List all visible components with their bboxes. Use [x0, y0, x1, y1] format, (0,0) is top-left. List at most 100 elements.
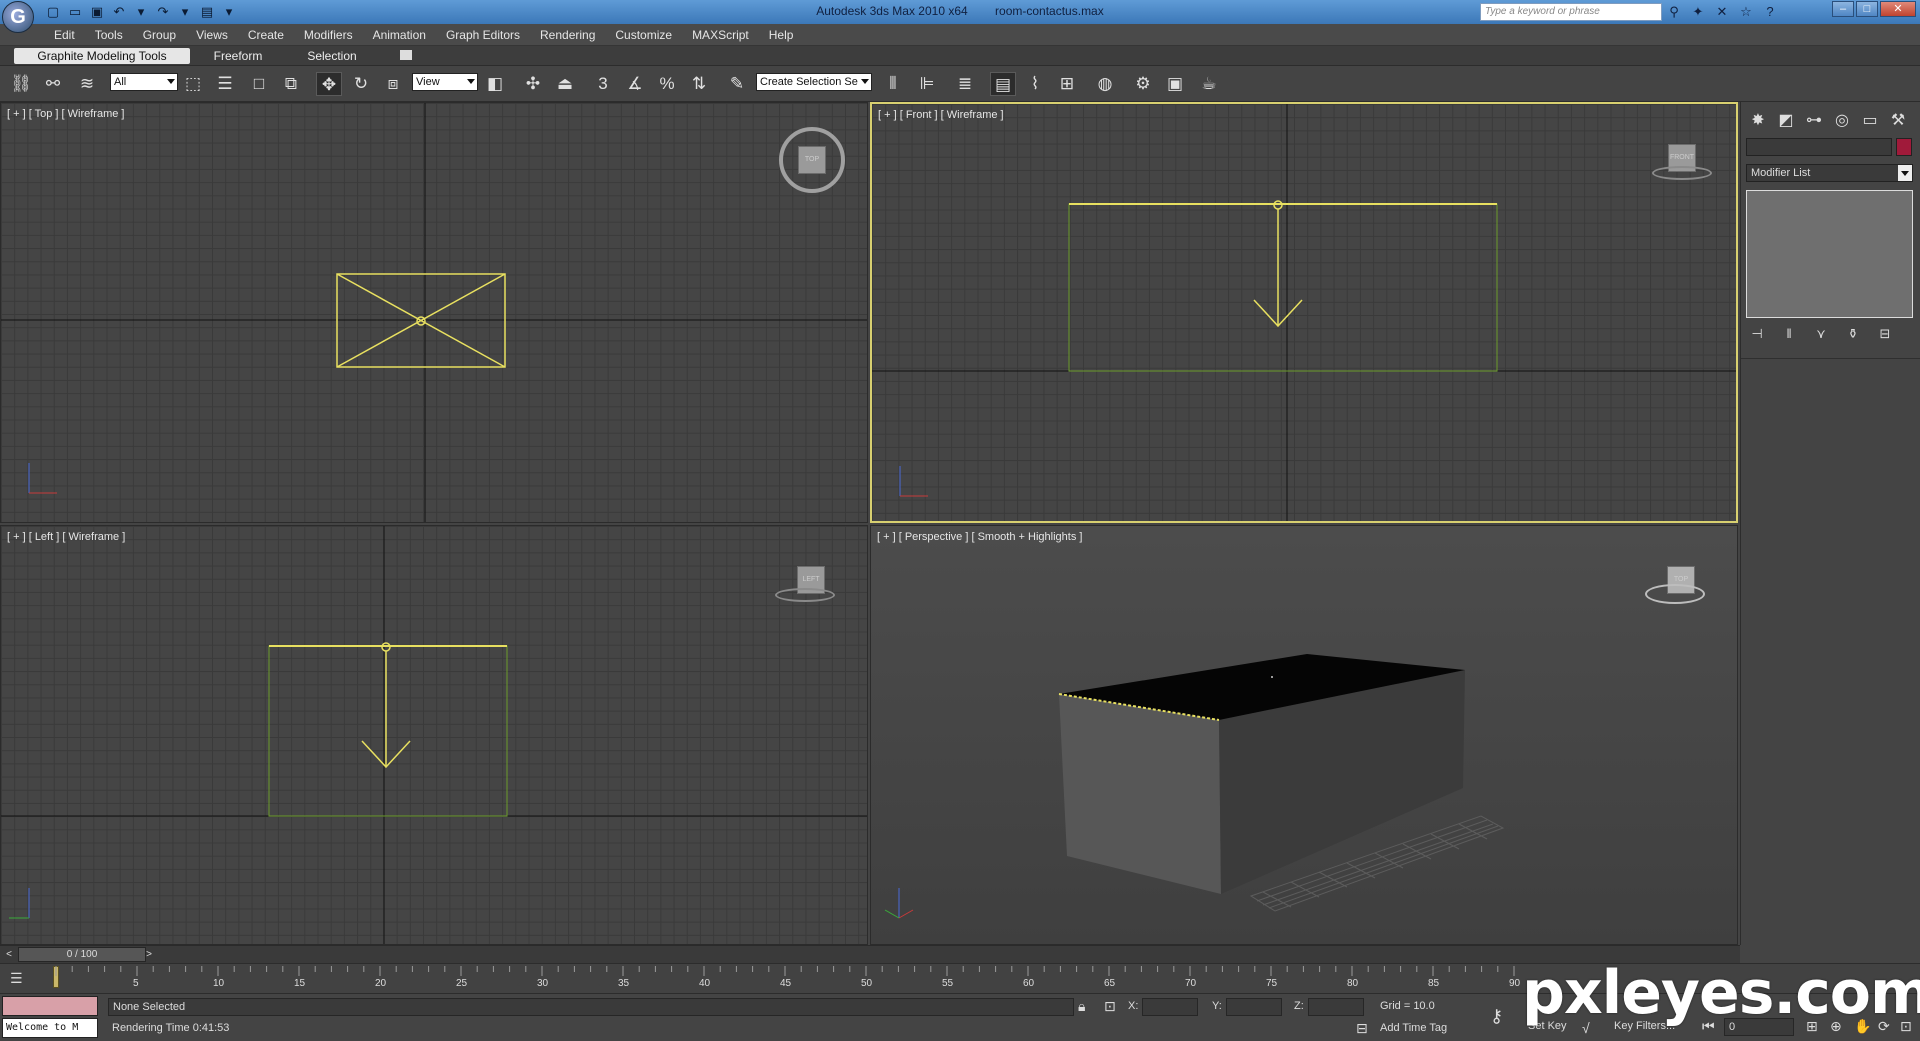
menu-group[interactable]: Group — [133, 28, 186, 42]
modifier-stack[interactable] — [1746, 190, 1913, 318]
viewport-perspective[interactable]: [ + ] [ Perspective ] [ Smooth + Highlig… — [870, 525, 1738, 945]
menu-maxscript[interactable]: MAXScript — [682, 28, 759, 42]
select-and-rotate-icon[interactable]: ↻ — [348, 72, 374, 96]
object-name-field[interactable] — [1746, 138, 1892, 156]
viewport-left[interactable]: [ + ] [ Left ] [ Wireframe ] LEFT — [0, 525, 868, 945]
maxscript-mini-listener[interactable]: Welcome to M — [2, 1018, 98, 1038]
keyboard-shortcut-override-icon[interactable]: ⏏ — [552, 72, 578, 96]
add-time-tag-button[interactable]: Add Time Tag — [1380, 1022, 1447, 1034]
tab-freeform[interactable]: Freeform — [200, 48, 276, 64]
viewcube-left-compass[interactable] — [775, 588, 835, 602]
menu-graph-editors[interactable]: Graph Editors — [436, 28, 530, 42]
align-icon[interactable]: ⊫ — [914, 72, 940, 96]
curve-editor-icon[interactable]: ⌇ — [1022, 72, 1048, 96]
layer-manager-icon[interactable]: ≣ — [952, 72, 978, 96]
maximize-button[interactable]: □ — [1856, 1, 1878, 17]
modifier-list-dropdown[interactable]: Modifier List — [1746, 164, 1913, 182]
reference-coordinate-dropdown[interactable]: View — [412, 73, 478, 91]
menu-create[interactable]: Create — [238, 28, 294, 42]
time-tag-icon[interactable]: ⊟ — [1356, 1020, 1368, 1037]
y-coord-field[interactable] — [1226, 998, 1282, 1016]
ribbon-minimize-toggle[interactable] — [400, 50, 412, 60]
select-and-manipulate-icon[interactable]: ✣ — [520, 72, 546, 96]
viewport-front-label[interactable]: [ + ] [ Front ] [ Wireframe ] — [878, 109, 1004, 121]
selection-filter-dropdown[interactable]: All — [110, 73, 178, 91]
lock-selection-icon[interactable]: 🔒︎ — [1078, 998, 1085, 1015]
make-unique-icon[interactable]: ⋎ — [1810, 324, 1832, 344]
menu-rendering[interactable]: Rendering — [530, 28, 605, 42]
viewcube-top[interactable]: TOP — [779, 127, 845, 193]
time-slider-next-button[interactable]: > — [142, 948, 156, 962]
utilities-tab-icon[interactable]: ⚒ — [1885, 108, 1911, 134]
menu-edit[interactable]: Edit — [44, 28, 85, 42]
viewport-front[interactable]: [ + ] [ Front ] [ Wireframe ] FRONT — [870, 102, 1738, 523]
binoculars-icon[interactable]: ⚲ — [1664, 3, 1684, 21]
viewport-perspective-label[interactable]: [ + ] [ Perspective ] [ Smooth + Highlig… — [877, 531, 1082, 543]
search-input[interactable]: Type a keyword or phrase — [1480, 3, 1662, 21]
window-crossing-icon[interactable]: ⧉ — [278, 72, 304, 96]
tab-graphite-modeling-tools[interactable]: Graphite Modeling Tools — [14, 48, 190, 64]
x-coord-field[interactable] — [1142, 998, 1198, 1016]
chevron-down-icon[interactable] — [1898, 165, 1912, 181]
bind-to-space-warp-icon[interactable]: ≋ — [74, 72, 100, 96]
viewcube-perspective-compass[interactable] — [1645, 584, 1705, 604]
application-button[interactable]: G — [2, 1, 34, 33]
select-by-name-icon[interactable]: ☰ — [212, 72, 238, 96]
object-bounding-box[interactable] — [268, 645, 508, 817]
material-editor-icon[interactable]: ◍ — [1092, 72, 1118, 96]
schematic-view-icon[interactable]: ⊞ — [1054, 72, 1080, 96]
object-color-swatch[interactable] — [1896, 138, 1912, 156]
snaps-toggle-icon[interactable]: 3 — [590, 72, 616, 96]
viewcube-top-face[interactable]: TOP — [798, 146, 826, 174]
minimize-button[interactable]: – — [1832, 1, 1854, 17]
menu-modifiers[interactable]: Modifiers — [294, 28, 363, 42]
edit-named-selection-icon[interactable]: ✎ — [724, 72, 750, 96]
box-front-face[interactable] — [1059, 694, 1221, 894]
select-and-scale-icon[interactable]: ⧈ — [380, 72, 406, 96]
time-slider-prev-button[interactable]: < — [2, 948, 16, 962]
create-tab-icon[interactable]: ✸ — [1745, 108, 1771, 134]
rectangular-selection-icon[interactable]: □ — [246, 72, 272, 96]
render-setup-icon[interactable]: ⚙ — [1130, 72, 1156, 96]
hierarchy-tab-icon[interactable]: ⊶ — [1801, 108, 1827, 134]
show-end-result-icon[interactable]: ‖ — [1778, 324, 1800, 344]
menu-views[interactable]: Views — [186, 28, 238, 42]
graphite-toggle-icon[interactable]: ▤ — [990, 72, 1016, 96]
remove-modifier-icon[interactable]: ⚱ — [1842, 324, 1864, 344]
unlink-selection-icon[interactable]: ⚯ — [40, 72, 66, 96]
percent-snap-icon[interactable]: % — [654, 72, 680, 96]
viewport-top[interactable]: [ + ] [ Top ] [ Wireframe ] TOP — [0, 102, 868, 523]
configure-modifier-sets-icon[interactable]: ⊟ — [1874, 324, 1896, 344]
absolute-mode-transform-icon[interactable]: ⊡ — [1104, 998, 1116, 1015]
menu-tools[interactable]: Tools — [85, 28, 133, 42]
tab-selection[interactable]: Selection — [292, 48, 372, 64]
pivot-center-icon[interactable]: ◧ — [482, 72, 508, 96]
spinner-snap-icon[interactable]: ⇅ — [686, 72, 712, 96]
object-bounding-box[interactable] — [1068, 203, 1498, 372]
angle-snap-icon[interactable]: ∡ — [622, 72, 648, 96]
pin-stack-icon[interactable]: ⊣ — [1746, 324, 1768, 344]
menu-help[interactable]: Help — [759, 28, 804, 42]
select-object-icon[interactable]: ⬚ — [180, 72, 206, 96]
modify-tab-icon[interactable]: ◩ — [1773, 108, 1799, 134]
time-slider-thumb[interactable]: 0 / 100 — [18, 947, 146, 962]
close-button[interactable]: ✕ — [1880, 1, 1916, 17]
communication-center-icon[interactable]: ✕ — [1712, 3, 1732, 21]
viewport-left-label[interactable]: [ + ] [ Left ] [ Wireframe ] — [7, 531, 125, 543]
maxscript-listener-output[interactable] — [2, 996, 98, 1016]
key-icon[interactable]: ⚷ — [1490, 1006, 1503, 1027]
select-and-move-icon[interactable]: ✥ — [316, 72, 342, 96]
z-coord-field[interactable] — [1308, 998, 1364, 1016]
rendered-frame-window-icon[interactable]: ▣ — [1162, 72, 1188, 96]
menu-animation[interactable]: Animation — [363, 28, 436, 42]
help-icon[interactable]: ? — [1760, 3, 1780, 21]
favorites-star-icon[interactable]: ☆ — [1736, 3, 1756, 21]
render-production-icon[interactable]: ☕ — [1196, 72, 1222, 96]
mirror-icon[interactable]: ⫴ — [880, 72, 906, 96]
motion-tab-icon[interactable]: ◎ — [1829, 108, 1855, 134]
menu-customize[interactable]: Customize — [605, 28, 682, 42]
viewcube-front-compass[interactable] — [1652, 166, 1712, 180]
time-slider[interactable]: < 0 / 100 > — [0, 945, 1740, 963]
display-tab-icon[interactable]: ▭ — [1857, 108, 1883, 134]
subscription-icon[interactable]: ✦ — [1688, 3, 1708, 21]
